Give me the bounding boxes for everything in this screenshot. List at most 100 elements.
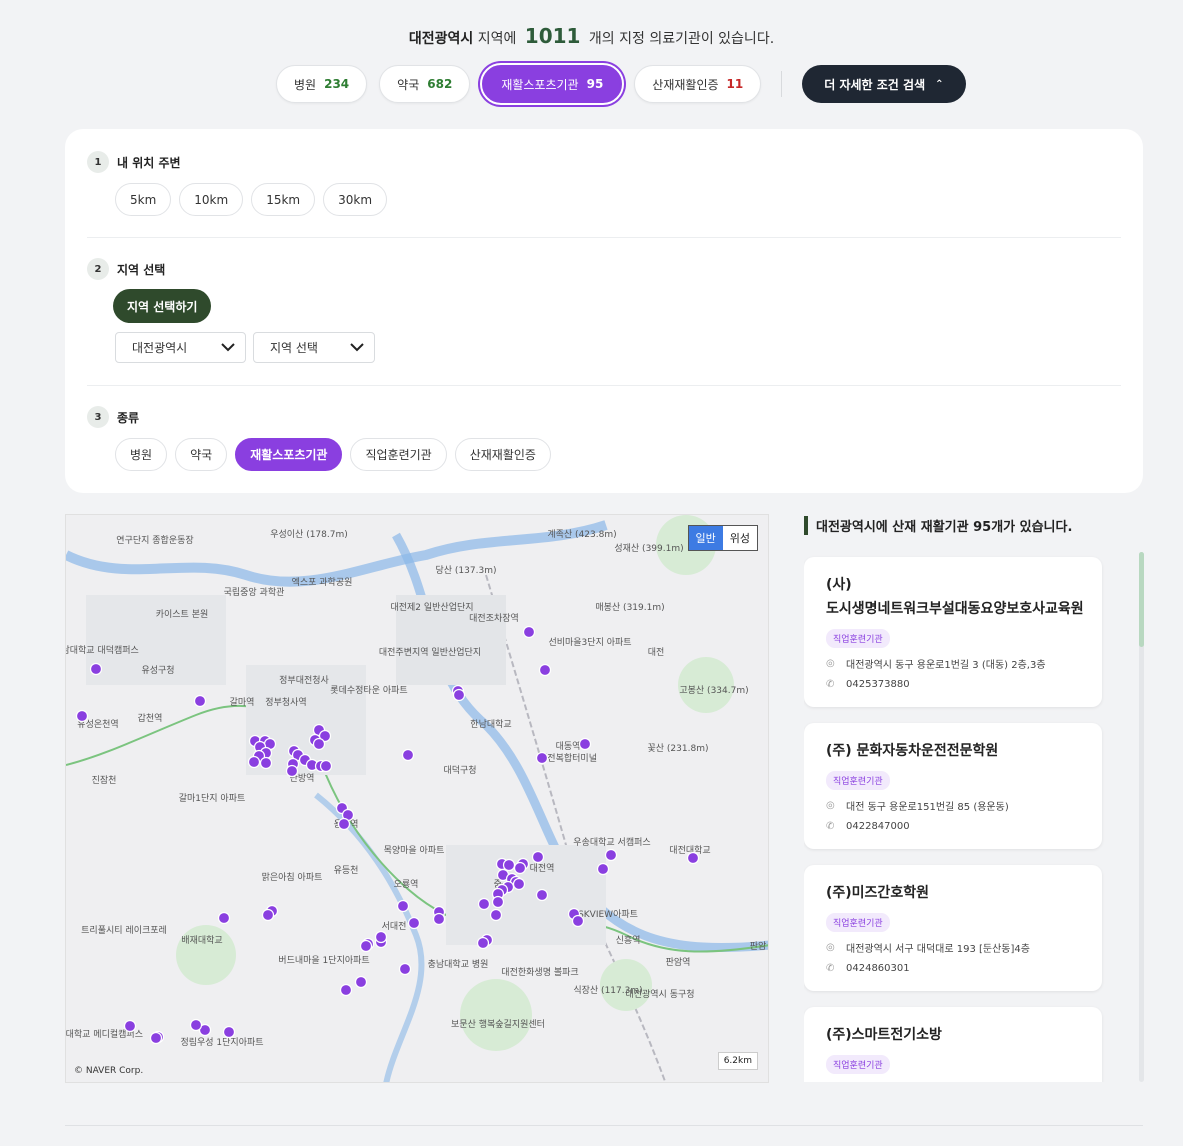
map-label: 롯데수정타운 아파트 xyxy=(330,685,407,696)
type-vocational[interactable]: 직업훈련기관 xyxy=(350,438,447,471)
map-marker[interactable] xyxy=(538,663,552,677)
select-region-button[interactable]: 지역 선택하기 xyxy=(113,289,212,323)
map-marker[interactable] xyxy=(123,1019,137,1033)
map-marker[interactable] xyxy=(259,756,273,770)
location-pin-icon: ◎ xyxy=(826,800,835,811)
map-marker[interactable] xyxy=(578,737,592,751)
chevron-up-icon: ⌃ xyxy=(935,78,944,90)
distance-15km[interactable]: 15km xyxy=(251,183,316,216)
map-label: 판암역 xyxy=(666,956,691,968)
distance-10km[interactable]: 10km xyxy=(179,183,244,216)
map-marker[interactable] xyxy=(217,911,231,925)
map-label: 카이스트 본원 xyxy=(156,609,209,620)
map-label: 한남대학교 xyxy=(470,719,511,730)
distance-5km[interactable]: 5km xyxy=(115,183,172,216)
map-marker[interactable] xyxy=(477,897,491,911)
filter-panel: 1 내 위치 주변 5km 10km 15km 30km 2 지역 선택 지역 … xyxy=(65,129,1143,493)
category-label: 병원 xyxy=(294,77,317,92)
map-label: 충남대학교 병원 xyxy=(428,959,489,970)
detail-search-button[interactable]: 더 자세한 조건 검색 ⌃ xyxy=(802,65,966,103)
map-marker[interactable] xyxy=(319,759,333,773)
type-rehab-cert[interactable]: 산재재활인증 xyxy=(454,438,551,471)
map-marker[interactable] xyxy=(396,899,410,913)
map-marker[interactable] xyxy=(339,983,353,997)
map-label: 유등천 xyxy=(334,865,359,876)
map-marker[interactable] xyxy=(407,916,421,930)
map-marker[interactable] xyxy=(604,848,618,862)
map-marker[interactable] xyxy=(535,751,549,765)
category-hospital[interactable]: 병원 234 xyxy=(276,65,368,103)
map-view[interactable]: 연구단지 종합운동장 우성이산 (178.7m) 계족산 (423.8m) 성재산 (… xyxy=(65,514,769,1083)
footer-divider xyxy=(65,1125,1143,1126)
map-marker[interactable] xyxy=(432,912,446,926)
map-marker[interactable] xyxy=(513,861,527,875)
map-marker[interactable] xyxy=(75,709,89,723)
map-marker[interactable] xyxy=(686,851,700,865)
type-hospital[interactable]: 병원 xyxy=(115,438,168,471)
facility-card[interactable]: (주)스마트전기소방 직업훈련기관 xyxy=(804,1007,1102,1082)
map-marker[interactable] xyxy=(398,962,412,976)
map-marker[interactable] xyxy=(247,755,261,769)
map-label: 갈마1단지 아파트 xyxy=(179,793,246,804)
map-marker[interactable] xyxy=(359,939,373,953)
map-label: 정림우성 1단지아파트 xyxy=(180,1036,263,1048)
map-marker[interactable] xyxy=(401,748,415,762)
distance-30km[interactable]: 30km xyxy=(323,183,388,216)
map-marker[interactable] xyxy=(261,908,275,922)
step-number: 3 xyxy=(87,406,109,428)
map-canvas[interactable]: 연구단지 종합운동장 우성이산 (178.7m) 계족산 (423.8m) 성재산 (… xyxy=(66,515,769,1083)
map-type-normal[interactable]: 일반 xyxy=(688,526,723,550)
map-marker[interactable] xyxy=(535,888,549,902)
step-region: 2 지역 선택 xyxy=(87,258,165,280)
city-select[interactable]: 대전광역시 xyxy=(115,332,246,363)
map-marker[interactable] xyxy=(285,764,299,778)
map-marker[interactable] xyxy=(189,1018,203,1032)
map-label: 대동역 xyxy=(556,741,581,752)
map-marker[interactable] xyxy=(502,858,516,872)
distance-options: 5km 10km 15km 30km xyxy=(115,183,395,216)
map-marker[interactable] xyxy=(452,688,466,702)
map-marker[interactable] xyxy=(596,862,610,876)
chevron-down-icon xyxy=(350,343,364,352)
map-label: 엑스포 과학공원 xyxy=(292,576,353,588)
map-marker[interactable] xyxy=(491,895,505,909)
map-label: 국립중앙 과학관 xyxy=(224,586,285,598)
map-label: 보문산 행복숲길지원센터 xyxy=(451,1018,545,1030)
map-type-toggle[interactable]: 일반 위성 xyxy=(687,525,758,551)
list-scrollbar-thumb[interactable] xyxy=(1139,552,1144,647)
map-marker[interactable] xyxy=(512,877,526,891)
map-scale: 6.2km xyxy=(717,1052,758,1070)
facility-card[interactable]: (주)미즈간호학원 직업훈련기관 ◎ 대전광역시 서구 대덕대로 193 [둔산… xyxy=(804,865,1102,991)
facility-phone-row: ✆ 0425373880 xyxy=(826,679,1102,690)
list-scrollbar[interactable] xyxy=(1139,552,1144,1082)
map-marker[interactable] xyxy=(476,936,490,950)
district-select[interactable]: 지역 선택 xyxy=(253,332,375,363)
facility-card[interactable]: (사) 도시생명네트워크부설대동요양보호사교육원 직업훈련기관 ◎ 대전광역시 … xyxy=(804,557,1102,707)
category-rehab-sports[interactable]: 재활스포츠기관 95 xyxy=(480,63,625,105)
facility-address-row: ◎ 대전 동구 용운로151번길 85 (용운동) xyxy=(826,798,1102,813)
map-marker[interactable] xyxy=(89,662,103,676)
facility-card[interactable]: (주) 문화자동차운전전문학원 직업훈련기관 ◎ 대전 동구 용운로151번길 … xyxy=(804,723,1102,849)
category-rehab-cert[interactable]: 산재재활인증 11 xyxy=(634,65,762,103)
type-rehab-sports[interactable]: 재활스포츠기관 xyxy=(235,438,343,471)
map-label: 오룡역 xyxy=(394,879,419,890)
map-marker[interactable] xyxy=(222,1025,236,1039)
map-marker[interactable] xyxy=(571,914,585,928)
map-marker[interactable] xyxy=(312,737,326,751)
facility-address: 대전광역시 동구 용운로1번길 3 (대동) 2층,3층 xyxy=(846,660,1046,671)
map-marker[interactable] xyxy=(193,694,207,708)
map-marker[interactable] xyxy=(374,930,388,944)
map-marker[interactable] xyxy=(489,908,503,922)
map-marker[interactable] xyxy=(337,817,351,831)
map-label: 대전주변지역 일반산업단지 xyxy=(379,647,481,658)
map-type-satellite[interactable]: 위성 xyxy=(723,526,757,550)
map-marker[interactable] xyxy=(149,1031,163,1045)
category-pharmacy[interactable]: 약국 682 xyxy=(379,65,471,103)
divider xyxy=(781,71,783,97)
type-pharmacy[interactable]: 약국 xyxy=(175,438,228,471)
map-marker[interactable] xyxy=(354,975,368,989)
map-marker[interactable] xyxy=(531,850,545,864)
category-tabs: 병원 234 약국 682 재활스포츠기관 95 산재재활인증 11 더 자세한… xyxy=(276,63,966,105)
map-marker[interactable] xyxy=(522,625,536,639)
facility-list[interactable]: (사) 도시생명네트워크부설대동요양보호사교육원 직업훈련기관 ◎ 대전광역시 … xyxy=(804,552,1144,1082)
